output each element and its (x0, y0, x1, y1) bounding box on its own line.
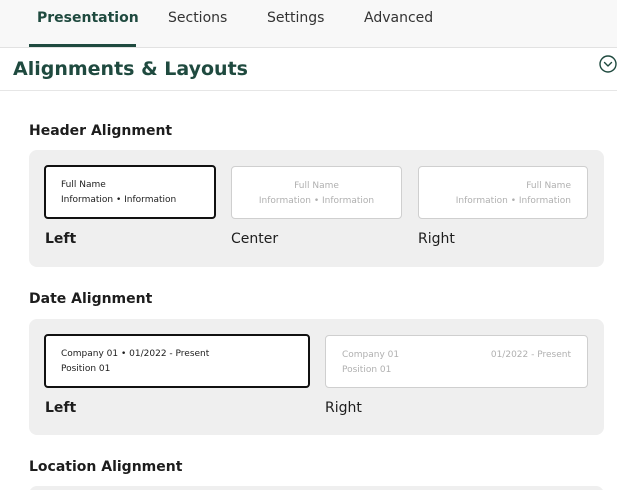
card-info-line: Information • Information (258, 196, 375, 206)
header-alignment-right-label[interactable]: Right (418, 231, 455, 247)
date-alignment-label: Date Alignment (29, 291, 153, 307)
header-alignment-right-option[interactable]: Full Name Information • Information (418, 166, 588, 219)
card-info-line: Information • Information (455, 196, 571, 206)
date-alignment-left-option[interactable]: Company 01 • 01/2022 - Present Position … (44, 334, 310, 388)
card-name-line: Full Name (61, 180, 106, 190)
active-tab-indicator (29, 44, 136, 47)
tab-bar: Presentation Sections Settings Advanced (0, 0, 617, 48)
card-company-date-line: Company 01 • 01/2022 - Present (61, 349, 210, 359)
header-alignment-panel: Full Name Information • Information Full… (29, 150, 604, 267)
tab-advanced[interactable]: Advanced (364, 10, 433, 26)
header-alignment-label: Header Alignment (29, 123, 173, 139)
location-alignment-label: Location Alignment (29, 459, 183, 475)
header-alignment-center-label[interactable]: Center (231, 231, 278, 247)
location-alignment-panel (29, 486, 604, 490)
chevron-down-circle-icon[interactable] (599, 55, 617, 73)
card-date: 01/2022 - Present (490, 350, 571, 360)
card-position-line: Position 01 (61, 364, 111, 374)
section-title: Alignments & Layouts (13, 58, 248, 80)
tab-presentation[interactable]: Presentation (37, 10, 139, 26)
card-company: Company 01 (342, 350, 400, 360)
card-name-line: Full Name (526, 181, 571, 191)
header-alignment-left-label[interactable]: Left (45, 231, 76, 247)
card-company-date-row: Company 01 01/2022 - Present (342, 348, 571, 363)
date-alignment-right-label[interactable]: Right (325, 400, 362, 416)
header-alignment-left-option[interactable]: Full Name Information • Information (44, 165, 216, 219)
date-alignment-right-option[interactable]: Company 01 01/2022 - Present Position 01 (325, 335, 588, 388)
date-alignment-panel: Company 01 • 01/2022 - Present Position … (29, 319, 604, 435)
header-alignment-center-option[interactable]: Full Name Information • Information (231, 166, 402, 219)
tab-sections[interactable]: Sections (168, 10, 227, 26)
tab-settings[interactable]: Settings (267, 10, 324, 26)
card-name-line: Full Name (294, 181, 339, 191)
date-alignment-left-label[interactable]: Left (45, 400, 76, 416)
card-info-line: Information • Information (61, 195, 177, 205)
section-header[interactable]: Alignments & Layouts (0, 49, 617, 91)
card-position-line: Position 01 (342, 365, 392, 375)
